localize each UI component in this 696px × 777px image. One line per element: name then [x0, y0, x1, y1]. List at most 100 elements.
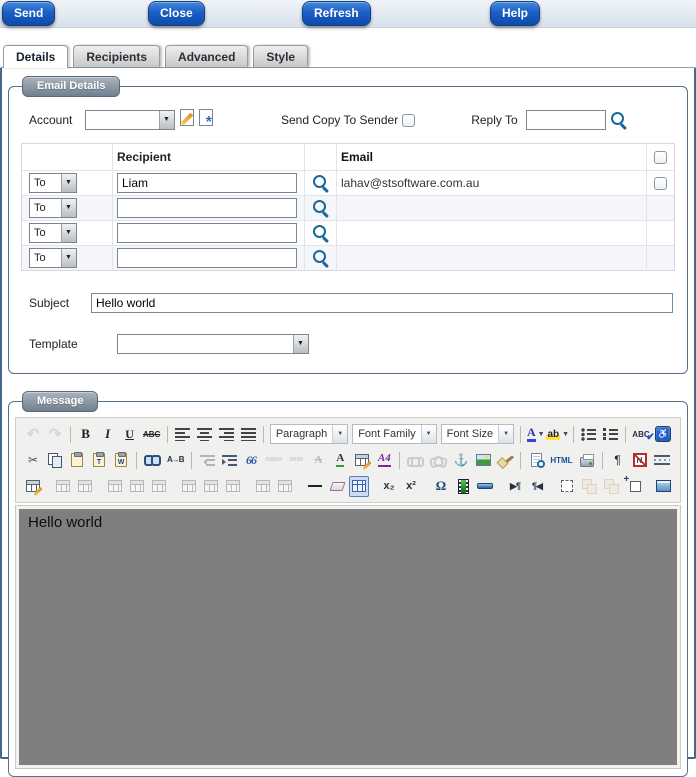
insert-media-icon[interactable]: [453, 476, 473, 497]
redo-icon[interactable]: ↷: [45, 424, 65, 445]
search-recipient-icon[interactable]: [312, 249, 330, 267]
insertion-icon[interactable]: A: [330, 450, 350, 471]
find-icon[interactable]: [142, 450, 163, 471]
highlight-color-icon[interactable]: ab ▼: [546, 424, 569, 445]
recipient-row-checkbox[interactable]: [654, 176, 667, 190]
subscript-icon[interactable]: x₂: [379, 476, 399, 497]
close-button[interactable]: Close: [148, 1, 205, 26]
insert-column-before-icon[interactable]: [179, 476, 199, 497]
visual-chars-icon[interactable]: N: [630, 450, 650, 471]
recipient-type-select[interactable]: To: [29, 198, 77, 218]
align-right-icon[interactable]: [216, 424, 236, 445]
bold-icon[interactable]: B: [76, 424, 96, 445]
tab-details[interactable]: Details: [3, 45, 69, 68]
recipient-name-input[interactable]: [117, 198, 297, 218]
absolute-position-icon[interactable]: [623, 474, 643, 497]
split-cells-icon[interactable]: [253, 476, 273, 497]
insert-column-after-icon[interactable]: [201, 476, 221, 497]
spellcheck-icon[interactable]: ABC: [631, 424, 655, 445]
bullet-list-icon[interactable]: [578, 424, 598, 445]
insert-table-icon[interactable]: [23, 476, 43, 497]
page-break-icon[interactable]: [652, 450, 672, 471]
fullscreen-icon[interactable]: [653, 476, 673, 497]
tab-recipients[interactable]: Recipients: [73, 45, 161, 67]
tab-style[interactable]: Style: [253, 45, 309, 67]
strikethrough-icon[interactable]: ABC: [142, 424, 162, 445]
new-account-icon[interactable]: [199, 109, 213, 132]
paste-from-word-icon[interactable]: W: [111, 450, 131, 471]
image-icon[interactable]: [473, 450, 493, 471]
delete-column-icon[interactable]: [223, 476, 243, 497]
select-all-checkbox[interactable]: [654, 150, 667, 164]
message-editor-area[interactable]: Hello world: [19, 509, 677, 765]
refresh-button[interactable]: Refresh: [302, 1, 371, 26]
move-forward-icon[interactable]: [579, 476, 599, 497]
visual-guidelines-icon[interactable]: [349, 475, 369, 497]
move-backward-icon[interactable]: [601, 476, 621, 497]
paragraph-select[interactable]: Paragraph: [269, 424, 349, 444]
font-family-select[interactable]: Font Family: [352, 424, 437, 444]
acronym-icon[interactable]: A4: [374, 450, 394, 471]
table-cell-properties-icon[interactable]: [75, 476, 95, 497]
anchor-icon[interactable]: ⚓: [451, 450, 471, 471]
undo-icon[interactable]: ↶: [23, 424, 43, 445]
remove-format-icon[interactable]: [327, 476, 347, 497]
superscript-icon[interactable]: x²: [401, 476, 421, 497]
align-left-icon[interactable]: [172, 424, 192, 445]
paste-icon[interactable]: [67, 450, 87, 471]
align-center-icon[interactable]: [194, 424, 214, 445]
numbered-list-icon[interactable]: [600, 424, 620, 445]
send-button[interactable]: Send: [2, 1, 56, 26]
blockquote-icon[interactable]: 66: [241, 450, 261, 471]
template-select[interactable]: [117, 334, 309, 354]
table-row-properties-icon[interactable]: [53, 476, 73, 497]
deletion-icon[interactable]: A: [308, 450, 328, 471]
insert-layer-icon[interactable]: [557, 476, 577, 497]
find-replace-icon[interactable]: [165, 450, 186, 471]
send-copy-checkbox[interactable]: [402, 113, 416, 127]
insert-row-after-icon[interactable]: [127, 476, 147, 497]
quotes-icon[interactable]: 6699: [286, 450, 306, 471]
search-recipient-icon[interactable]: [312, 174, 330, 192]
edit-account-icon[interactable]: [180, 109, 194, 131]
accessibility-check-icon[interactable]: ♿: [653, 424, 673, 445]
merge-cells-icon[interactable]: [275, 476, 295, 497]
recipient-name-input[interactable]: [117, 223, 297, 243]
subject-input[interactable]: [91, 293, 673, 313]
paste-as-text-icon[interactable]: T: [89, 450, 109, 471]
reply-to-input[interactable]: [525, 110, 606, 130]
link-icon[interactable]: [405, 450, 426, 471]
font-color-icon[interactable]: A ▼: [526, 424, 546, 445]
italic-icon[interactable]: I: [98, 424, 118, 445]
delete-row-icon[interactable]: [149, 476, 169, 497]
ltr-icon[interactable]: ▶¶: [505, 476, 525, 497]
unlink-icon[interactable]: [428, 450, 449, 471]
font-size-select[interactable]: Font Size: [440, 424, 515, 444]
cut-icon[interactable]: ✂: [23, 450, 43, 471]
tab-advanced[interactable]: Advanced: [165, 45, 249, 67]
underline-icon[interactable]: U: [120, 424, 140, 445]
insert-row-before-icon[interactable]: [105, 476, 125, 497]
rtl-icon[interactable]: ¶◀: [527, 476, 547, 497]
recipient-type-select[interactable]: To: [29, 248, 77, 268]
outdent-icon[interactable]: [197, 450, 217, 471]
special-character-icon[interactable]: Ω: [431, 476, 451, 497]
recipient-type-select[interactable]: To: [29, 223, 77, 243]
preview-icon[interactable]: [526, 450, 546, 471]
attributes-icon[interactable]: [352, 450, 372, 471]
align-justify-icon[interactable]: [238, 424, 258, 445]
account-select[interactable]: [85, 110, 175, 130]
print-icon[interactable]: [577, 450, 597, 471]
search-reply-to-icon[interactable]: [610, 111, 628, 129]
search-recipient-icon[interactable]: [312, 199, 330, 217]
advanced-hr-icon[interactable]: [475, 476, 495, 497]
search-recipient-icon[interactable]: [312, 224, 330, 242]
recipient-type-select[interactable]: To: [29, 173, 77, 193]
help-button[interactable]: Help: [490, 1, 541, 26]
horizontal-rule-icon[interactable]: [305, 476, 325, 497]
html-source-icon[interactable]: HTML: [548, 450, 574, 471]
copy-icon[interactable]: [45, 450, 65, 471]
cleanup-icon[interactable]: [495, 450, 515, 471]
recipient-name-input[interactable]: [117, 248, 297, 268]
abbreviation-icon[interactable]: ABBR: [263, 450, 284, 471]
